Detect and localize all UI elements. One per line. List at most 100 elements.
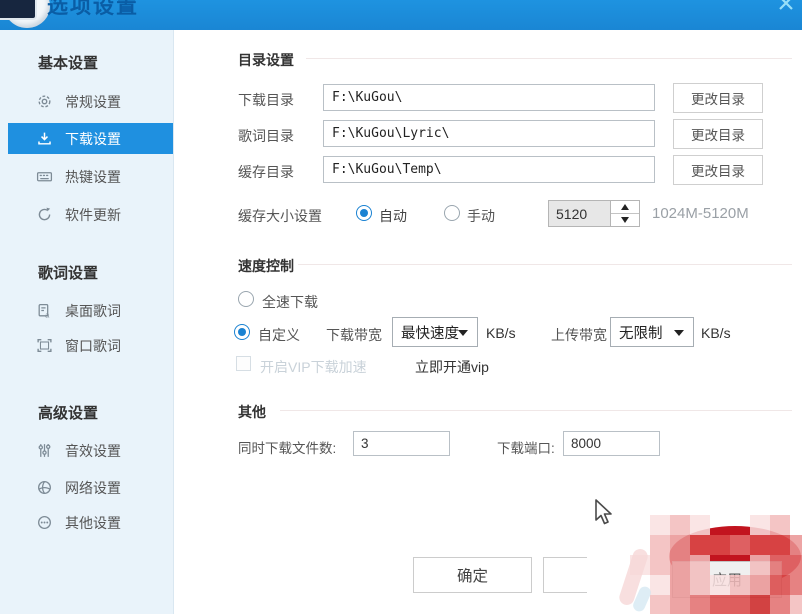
spinner-down-icon[interactable] (611, 214, 639, 226)
sidebar-item-hotkeys[interactable]: 热键设置 (36, 163, 121, 190)
redaction-block (690, 515, 710, 535)
download-dir-input[interactable] (323, 84, 655, 111)
custom-speed-radio[interactable] (234, 324, 250, 340)
cancel-button[interactable] (543, 557, 587, 593)
sidebar-item-label: 下载设置 (65, 129, 121, 149)
title-bar[interactable]: 选项设置 (0, 0, 802, 30)
network-icon (36, 479, 53, 496)
redaction-block (770, 595, 790, 614)
divider (298, 264, 792, 265)
redaction-block (690, 595, 710, 614)
redaction-block (650, 515, 670, 535)
download-port-label: 下载端口: (497, 437, 555, 457)
dialog-title: 选项设置 (47, 0, 139, 20)
svg-text:a: a (45, 310, 50, 319)
open-vip-link[interactable]: 立即开通vip (415, 357, 489, 377)
sidebar-item-sound-effects[interactable]: 音效设置 (36, 437, 121, 464)
redaction-block (750, 575, 770, 595)
redaction-block (650, 555, 670, 575)
redaction-block (770, 515, 790, 535)
redaction-block (790, 595, 802, 614)
concurrent-downloads-input[interactable] (353, 431, 450, 456)
cache-size-label: 缓存大小设置 (238, 206, 322, 226)
download-bandwidth-value: 最快速度 (401, 322, 459, 343)
sidebar-item-label: 其他设置 (65, 513, 121, 533)
sidebar-header-basic: 基本设置 (38, 52, 98, 73)
window-icon (0, 0, 37, 20)
redaction-block (790, 555, 802, 575)
sidebar-item-desktop-lyrics[interactable]: a 桌面歌词 (36, 297, 121, 324)
redaction-block (770, 555, 790, 575)
ok-button[interactable]: 确定 (413, 557, 532, 593)
mouse-cursor (592, 498, 614, 533)
redaction-block (750, 555, 770, 575)
sidebar-item-label: 桌面歌词 (65, 301, 121, 321)
section-title-speed: 速度控制 (238, 256, 294, 276)
full-speed-label: 全速下载 (262, 292, 318, 312)
download-bandwidth-label: 下载带宽 (326, 325, 382, 345)
redaction-block (670, 575, 690, 595)
redaction-block (750, 535, 770, 555)
desktop-lyrics-icon: a (36, 302, 53, 319)
equalizer-icon (36, 442, 53, 459)
cache-range-hint: 1024M-5120M (652, 205, 749, 222)
cache-size-spinner[interactable]: 5120 (548, 200, 640, 227)
redaction-block (770, 535, 790, 555)
change-cache-dir-button[interactable]: 更改目录 (673, 155, 763, 185)
options-dialog: 选项设置 基本设置 常规设置 下载设置 (0, 0, 802, 614)
cache-manual-radio[interactable] (444, 205, 460, 221)
cache-dir-input[interactable] (323, 156, 655, 183)
redaction-mosaic (630, 515, 802, 614)
sidebar-item-general[interactable]: 常规设置 (36, 88, 121, 115)
section-title-other: 其他 (238, 402, 266, 422)
cache-auto-radio[interactable] (356, 205, 372, 221)
change-lyric-dir-button[interactable]: 更改目录 (673, 119, 763, 149)
redaction-block (670, 595, 690, 614)
cache-size-value: 5120 (549, 201, 611, 226)
redaction-block (650, 575, 670, 595)
redaction-block (710, 575, 730, 595)
spinner-up-icon[interactable] (611, 201, 639, 214)
redaction-block (670, 535, 690, 555)
redaction-block (750, 515, 770, 535)
sidebar-item-network[interactable]: 网络设置 (36, 474, 121, 501)
kbs-unit: KB/s (486, 325, 516, 341)
redaction-block (710, 595, 730, 614)
sidebar-item-download[interactable]: 下载设置 (8, 123, 173, 154)
redaction-block (690, 535, 710, 555)
sidebar-item-label: 软件更新 (65, 205, 121, 225)
download-bandwidth-select[interactable]: 最快速度 (392, 317, 478, 347)
sidebar-header-advanced: 高级设置 (38, 402, 98, 423)
redaction-block (650, 595, 670, 614)
change-download-dir-button[interactable]: 更改目录 (673, 83, 763, 113)
concurrent-downloads-label: 同时下载文件数: (238, 437, 336, 457)
divider (306, 58, 792, 59)
sidebar-item-window-lyrics[interactable]: 窗口歌词 (36, 332, 121, 359)
redaction-block (750, 595, 770, 614)
redaction-block (730, 595, 750, 614)
redaction-block (710, 535, 730, 555)
download-port-input[interactable] (563, 431, 660, 456)
lyric-dir-input[interactable] (323, 120, 655, 147)
sidebar-item-label: 窗口歌词 (65, 336, 121, 356)
sidebar-item-other-settings[interactable]: 其他设置 (36, 509, 121, 536)
full-speed-radio[interactable] (238, 291, 254, 307)
keyboard-icon (36, 168, 53, 185)
close-icon[interactable] (776, 0, 796, 13)
redaction-block (730, 575, 750, 595)
redaction-block (730, 535, 750, 555)
upload-bandwidth-select[interactable]: 无限制 (610, 317, 694, 347)
download-dir-label: 下载目录 (238, 90, 294, 110)
sidebar-item-label: 热键设置 (65, 167, 121, 187)
kbs-unit: KB/s (701, 325, 731, 341)
divider (280, 410, 792, 411)
sidebar-item-update[interactable]: 软件更新 (36, 201, 121, 228)
settings-sidebar: 基本设置 常规设置 下载设置 热键设置 (0, 30, 174, 614)
sidebar-item-label: 常规设置 (65, 92, 121, 112)
redaction-block (790, 535, 802, 555)
chevron-down-icon (458, 330, 468, 336)
redaction-block (690, 555, 710, 575)
vip-accelerate-checkbox[interactable] (236, 356, 251, 371)
gear-icon (36, 93, 53, 110)
redaction-block (650, 535, 670, 555)
